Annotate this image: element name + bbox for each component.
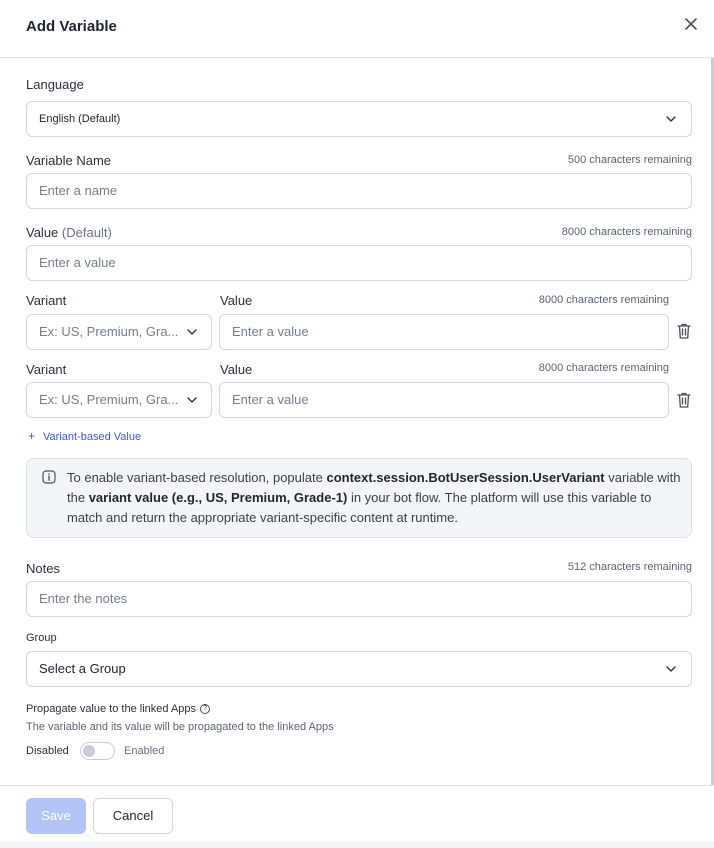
variant-value-label: Value xyxy=(220,362,253,377)
variant-value-input[interactable]: Enter a value xyxy=(219,314,669,350)
variant-info-box: To enable variant-based resolution, popu… xyxy=(26,458,692,538)
notes-remaining: 512 characters remaining xyxy=(567,561,692,573)
notes-label: Notes xyxy=(26,561,60,576)
trash-icon[interactable] xyxy=(676,322,692,340)
help-icon[interactable]: ? xyxy=(200,704,211,715)
toggle-enabled-label: Enabled xyxy=(124,745,165,757)
info-text: To enable variant-based resolution, popu… xyxy=(67,468,687,528)
save-button[interactable]: Save xyxy=(26,798,86,834)
chevron-down-icon xyxy=(666,116,676,122)
variant-value-label: Value xyxy=(220,293,253,308)
group-value: Select a Group xyxy=(39,661,126,676)
default-value-label-text: Value xyxy=(26,225,59,240)
variable-name-placeholder: Enter a name xyxy=(39,183,118,198)
variant-placeholder: Ex: US, Premium, Gra... xyxy=(39,392,179,407)
group-label: Group xyxy=(26,632,57,644)
chevron-down-icon xyxy=(187,397,197,403)
variant-value-remaining: 8000 characters remaining xyxy=(538,294,669,306)
language-select[interactable]: English (Default) xyxy=(26,101,692,137)
dialog-title: Add Variable xyxy=(26,18,117,35)
dialog-footer: Save Cancel xyxy=(0,785,714,842)
info-icon xyxy=(42,470,56,484)
default-value-input[interactable]: Enter a value xyxy=(26,245,692,281)
default-value-label-suffix: (Default) xyxy=(61,225,112,240)
variant-select[interactable]: Ex: US, Premium, Gra... xyxy=(26,314,212,350)
language-label: Language xyxy=(26,77,84,92)
variant-value-remaining: 8000 characters remaining xyxy=(538,362,669,374)
variable-name-remaining: 500 characters remaining xyxy=(567,154,692,166)
info-text-bold: context.session.BotUserSession.UserVaria… xyxy=(326,470,605,485)
trash-icon[interactable] xyxy=(676,391,692,409)
variable-name-input[interactable]: Enter a name xyxy=(26,173,692,209)
variant-select[interactable]: Ex: US, Premium, Gra... xyxy=(26,382,212,418)
variant-label: Variant xyxy=(26,362,67,377)
propagate-label: Propagate value to the linked Apps? xyxy=(26,703,211,715)
dialog-body: Language English (Default) Variable Name… xyxy=(0,58,714,785)
toggle-disabled-label: Disabled xyxy=(26,745,69,757)
add-variable-dialog: Add Variable Language English (Default) … xyxy=(0,0,714,842)
info-text-bold: variant value (e.g., US, Premium, Grade-… xyxy=(88,490,348,505)
cancel-button[interactable]: Cancel xyxy=(93,798,173,834)
close-icon[interactable] xyxy=(680,13,702,35)
plus-icon: + xyxy=(28,429,36,443)
variant-value-input[interactable]: Enter a value xyxy=(219,382,669,418)
chevron-down-icon xyxy=(187,329,197,335)
default-value-placeholder: Enter a value xyxy=(39,255,116,270)
dialog-header: Add Variable xyxy=(0,0,714,58)
add-variant-label: Variant-based Value xyxy=(43,431,142,443)
variant-label: Variant xyxy=(26,293,67,308)
variant-value-placeholder: Enter a value xyxy=(232,392,309,407)
chevron-down-icon xyxy=(666,666,676,672)
group-select[interactable]: Select a Group xyxy=(26,651,692,687)
language-value: English (Default) xyxy=(39,113,121,125)
notes-placeholder: Enter the notes xyxy=(39,591,128,606)
variable-name-label: Variable Name xyxy=(26,153,112,168)
default-value-label: Value (Default) xyxy=(26,225,112,240)
default-value-remaining: 8000 characters remaining xyxy=(561,226,692,238)
propagate-label-text: Propagate value to the linked Apps xyxy=(26,703,197,715)
variant-value-placeholder: Enter a value xyxy=(232,324,309,339)
propagate-description: The variable and its value will be propa… xyxy=(26,721,334,733)
notes-input[interactable]: Enter the notes xyxy=(26,581,692,617)
toggle-knob xyxy=(83,745,95,757)
add-variant-button[interactable]: + Variant-based Value xyxy=(28,429,141,443)
variant-placeholder: Ex: US, Premium, Gra... xyxy=(39,324,179,339)
propagate-toggle[interactable] xyxy=(80,742,115,760)
info-text-part: To enable variant-based resolution, popu… xyxy=(67,470,327,485)
